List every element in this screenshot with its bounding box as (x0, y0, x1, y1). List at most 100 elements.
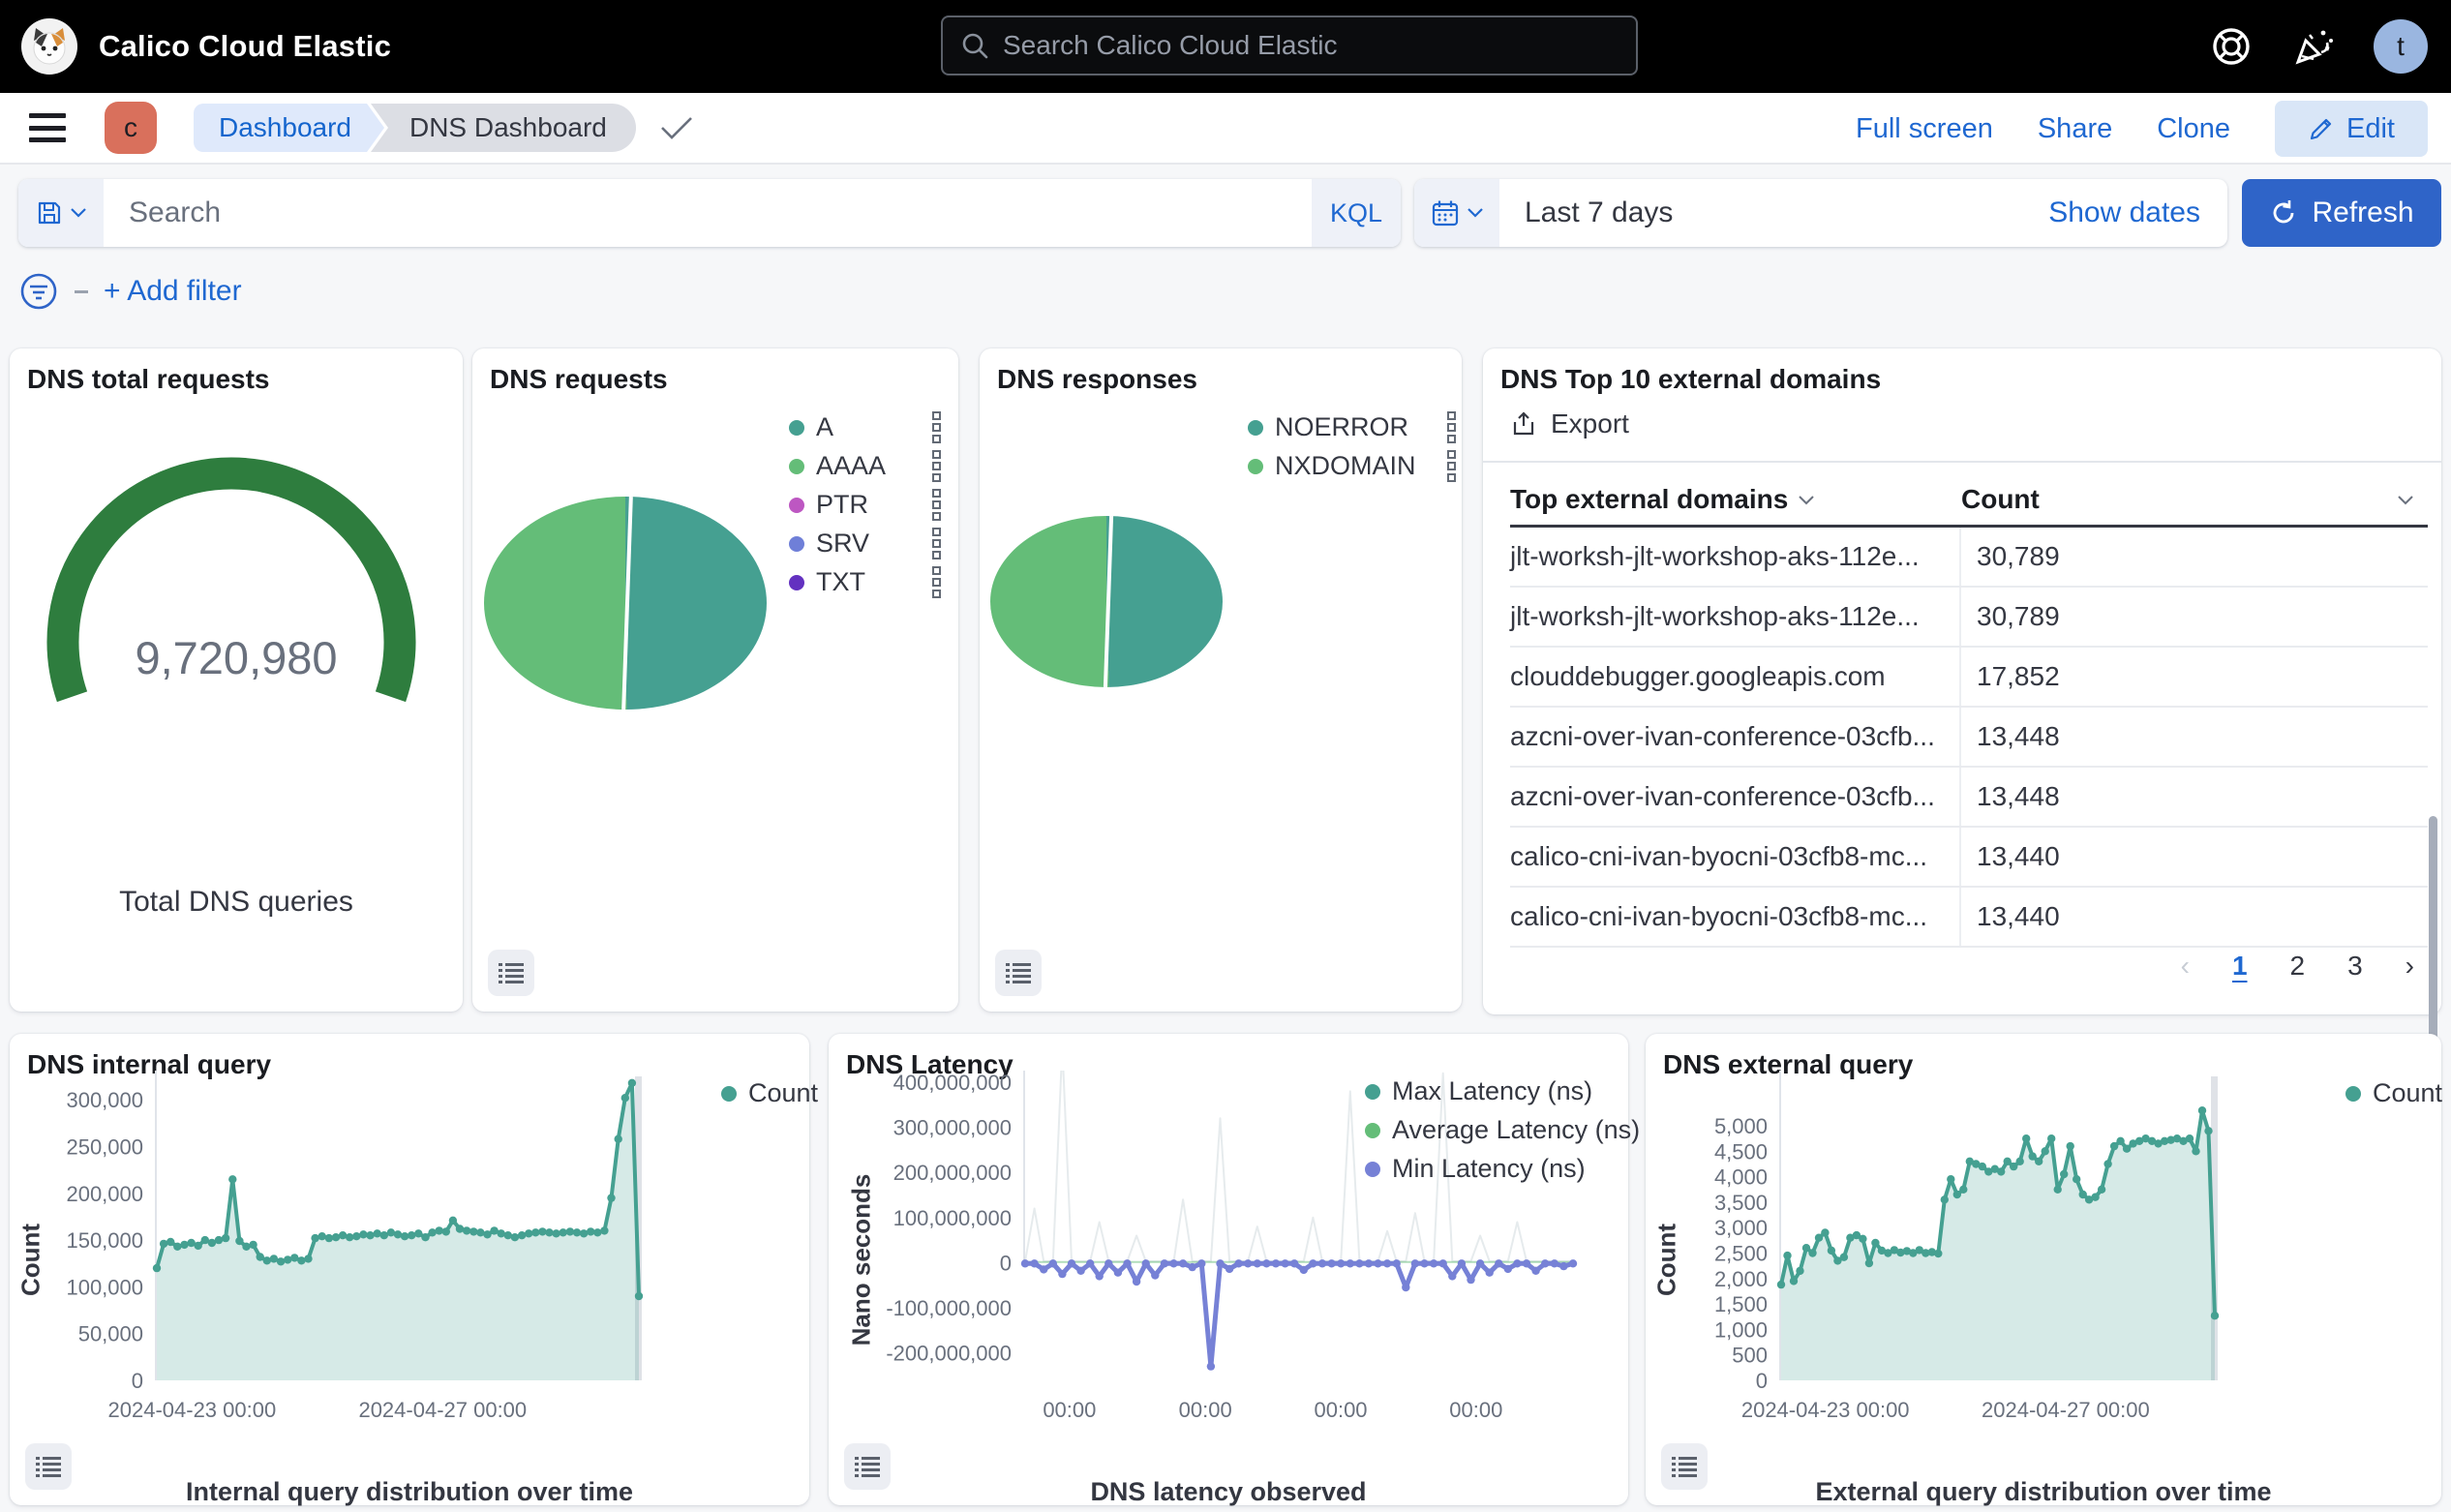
legend-item[interactable]: Average Latency (ns) (1365, 1117, 1640, 1143)
menu-hamburger-icon[interactable] (29, 113, 66, 142)
fullscreen-link[interactable]: Full screen (1856, 113, 1993, 145)
dns-responses-pie[interactable] (990, 516, 1223, 687)
sort-chevron-icon (1798, 495, 1815, 505)
help-lifering-icon[interactable] (2209, 24, 2254, 69)
dns-responses-legend: NOERROR NXDOMAIN (1248, 414, 1456, 479)
share-link[interactable]: Share (2038, 113, 2112, 145)
svg-text:300,000,000: 300,000,000 (893, 1116, 1012, 1140)
panel-title[interactable]: DNS responses (997, 364, 1197, 395)
panel-legend-toggle-button[interactable] (995, 950, 1042, 996)
global-search-input[interactable] (1003, 30, 1584, 61)
svg-text:2024-04-23 00:00: 2024-04-23 00:00 (108, 1398, 277, 1422)
legend-item[interactable]: NOERROR (1248, 414, 1456, 440)
calico-logo[interactable] (21, 18, 77, 75)
legend-label: Average Latency (ns) (1392, 1115, 1640, 1145)
svg-text:50,000: 50,000 (78, 1322, 143, 1346)
panel-legend-toggle-button[interactable] (488, 950, 534, 996)
internal-query-chart[interactable]: 050,000100,000150,000200,000250,000300,0… (10, 1071, 809, 1431)
edit-button[interactable]: Edit (2275, 101, 2428, 157)
export-button[interactable]: Export (1510, 408, 1629, 439)
legend-label: NXDOMAIN (1275, 451, 1416, 481)
table-row: azcni-over-ivan-conference-03cfb...13,44… (1510, 768, 2428, 828)
panel-title[interactable]: DNS Top 10 external domains (1500, 364, 1881, 395)
panel-legend-toggle-button[interactable] (844, 1443, 891, 1490)
cell-domain: calico-cni-ivan-byocni-03cfb8-mc... (1510, 888, 1961, 946)
legend-label: AAAA (816, 451, 886, 481)
dns-requests-legend: AAAAAPTRSRVTXT (789, 414, 941, 595)
filter-icon[interactable] (18, 271, 59, 312)
cell-domain: clouddebugger.googleapis.com (1510, 648, 1961, 706)
legend-actions-icon[interactable] (932, 566, 941, 598)
panel-dns-external-query: DNS external query Count 05001,0001,5002… (1646, 1034, 2441, 1505)
saved-query-button[interactable] (18, 179, 104, 247)
legend-item[interactable]: A (789, 414, 941, 440)
legend-item[interactable]: Count (721, 1080, 818, 1106)
legend-actions-icon[interactable] (932, 528, 941, 559)
x-axis-title: Internal query distribution over time (10, 1477, 809, 1507)
date-picker-bar: Last 7 days Show dates (1414, 179, 2227, 247)
pagination-page-2[interactable]: 2 (2290, 951, 2306, 982)
legend-item[interactable]: SRV (789, 530, 941, 557)
column-header-count[interactable]: Count (1961, 484, 2414, 515)
legend-label: PTR (816, 490, 868, 520)
panel-legend-toggle-button[interactable] (25, 1443, 72, 1490)
svg-text:00:00: 00:00 (1449, 1398, 1502, 1422)
legend-actions-icon[interactable] (1447, 450, 1456, 482)
dns-requests-pie[interactable] (484, 497, 767, 710)
pagination-page-1[interactable]: 1 (2232, 951, 2248, 982)
news-party-popper-icon[interactable] (2290, 23, 2337, 70)
table-row: calico-cni-ivan-byocni-03cfb8-mc...13,44… (1510, 828, 2428, 888)
export-icon (1510, 410, 1537, 438)
kql-search-input[interactable] (104, 197, 1312, 229)
refresh-button[interactable]: Refresh (2242, 179, 2441, 247)
legend-item[interactable]: Max Latency (ns) (1365, 1078, 1640, 1104)
legend-actions-icon[interactable] (1447, 411, 1456, 443)
cell-domain: azcni-over-ivan-conference-03cfb... (1510, 768, 1961, 826)
table-row: jlt-worksh-jlt-workshop-aks-112e...30,78… (1510, 588, 2428, 648)
legend-item[interactable]: Count (2345, 1080, 2442, 1106)
legend-item[interactable]: AAAA (789, 453, 941, 479)
global-search[interactable] (941, 15, 1638, 76)
column-header-domains[interactable]: Top external domains (1510, 484, 1961, 515)
pagination-next[interactable]: › (2406, 951, 2414, 982)
table-body: jlt-worksh-jlt-workshop-aks-112e...30,78… (1510, 528, 2428, 948)
legend-label: Count (748, 1078, 818, 1108)
external-query-chart[interactable]: 05001,0001,5002,0002,5003,0003,5004,0004… (1646, 1071, 2441, 1431)
panel-title[interactable]: DNS requests (490, 364, 668, 395)
add-filter-link[interactable]: + Add filter (104, 275, 242, 308)
saved-check-icon[interactable] (659, 115, 694, 140)
panel-dns-latency: DNS Latency Nano seconds -200,000,000-10… (829, 1034, 1628, 1505)
user-avatar[interactable]: t (2374, 19, 2428, 74)
svg-text:0: 0 (1000, 1251, 1012, 1275)
show-dates-link[interactable]: Show dates (2048, 197, 2200, 229)
svg-text:00:00: 00:00 (1179, 1398, 1232, 1422)
panel-legend-toggle-button[interactable] (1661, 1443, 1708, 1490)
legend-label: SRV (816, 529, 869, 559)
kql-toggle[interactable]: KQL (1312, 179, 1401, 247)
breadcrumb-dns-dashboard[interactable]: DNS Dashboard (371, 104, 636, 152)
legend-actions-icon[interactable] (932, 450, 941, 482)
cell-count: 13,448 (1961, 781, 2060, 812)
calendar-button[interactable] (1414, 179, 1499, 247)
clone-link[interactable]: Clone (2157, 113, 2230, 145)
legend-label: A (816, 412, 833, 442)
pagination-prev[interactable]: ‹ (2181, 951, 2190, 982)
table-row: jlt-worksh-jlt-workshop-aks-112e...30,78… (1510, 528, 2428, 588)
cell-domain: azcni-over-ivan-conference-03cfb... (1510, 708, 1961, 766)
legend-item[interactable]: PTR (789, 492, 941, 518)
svg-text:00:00: 00:00 (1043, 1398, 1096, 1422)
space-badge[interactable]: c (105, 102, 157, 154)
edit-button-label: Edit (2346, 113, 2395, 145)
legend-item[interactable]: Min Latency (ns) (1365, 1156, 1640, 1182)
legend-actions-icon[interactable] (932, 489, 941, 521)
table-row: azcni-over-ivan-conference-03cfb...13,44… (1510, 708, 2428, 768)
legend-item[interactable]: NXDOMAIN (1248, 453, 1456, 479)
legend-item[interactable]: TXT (789, 569, 941, 595)
pagination-page-3[interactable]: 3 (2347, 951, 2363, 982)
legend-dot-icon (789, 459, 804, 474)
legend-label: Max Latency (ns) (1392, 1076, 1592, 1106)
breadcrumb-dashboard[interactable]: Dashboard (194, 104, 367, 152)
time-range-value[interactable]: Last 7 days (1525, 197, 2048, 229)
table-row: calico-cni-ivan-byocni-03cfb8-mc...13,44… (1510, 888, 2428, 948)
legend-actions-icon[interactable] (932, 411, 941, 443)
